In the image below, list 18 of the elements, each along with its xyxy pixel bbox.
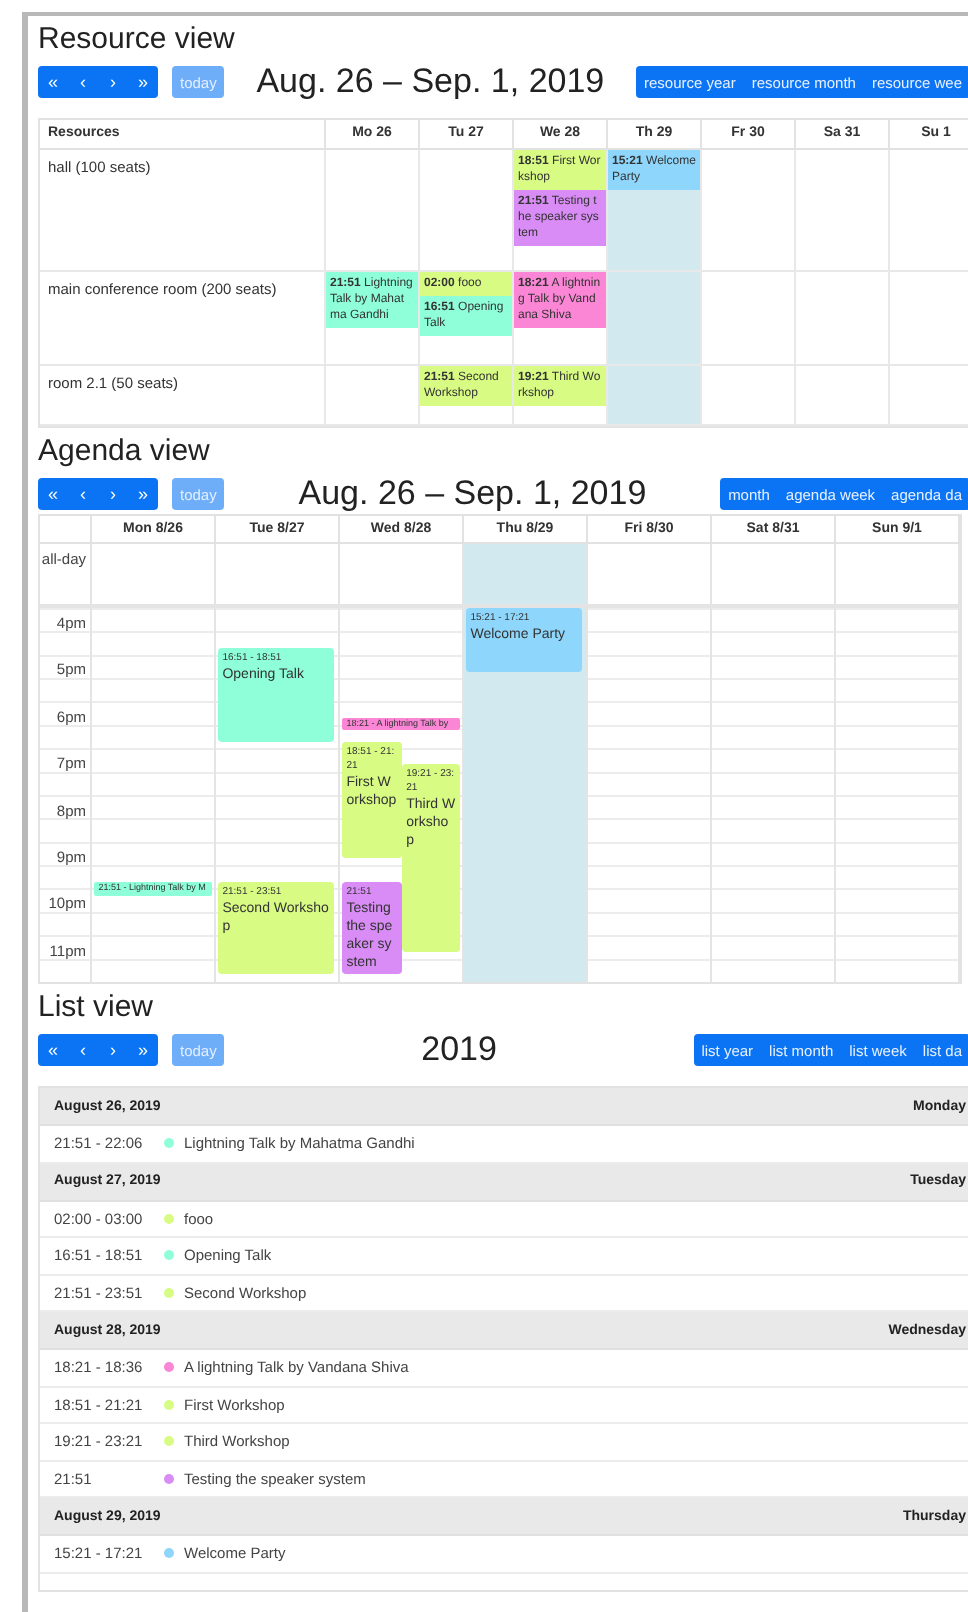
nav-button[interactable]: « (38, 66, 68, 98)
section-title: List view (38, 990, 156, 1024)
nav-button[interactable]: › (98, 1034, 128, 1066)
nav-button[interactable]: › (98, 66, 128, 98)
nav-button[interactable]: « (38, 478, 68, 510)
nav-button[interactable]: » (128, 66, 158, 98)
nav-button[interactable]: ‹ (68, 478, 98, 510)
section-title: Agenda view (38, 434, 212, 468)
nav-button[interactable]: › (98, 478, 128, 510)
nav-button[interactable]: » (128, 1034, 158, 1066)
nav-button[interactable]: ‹ (68, 1034, 98, 1066)
date-range-title: Aug. 26 – Sep. 1, 2019 (254, 62, 607, 102)
nav-button[interactable]: « (38, 1034, 68, 1066)
nav-button[interactable]: ‹ (68, 66, 98, 98)
date-range-title: Aug. 26 – Sep. 1, 2019 (296, 474, 649, 514)
date-range-title: 2019 (419, 1030, 499, 1070)
section-title: Resource view (38, 22, 237, 56)
nav-button[interactable]: » (128, 478, 158, 510)
